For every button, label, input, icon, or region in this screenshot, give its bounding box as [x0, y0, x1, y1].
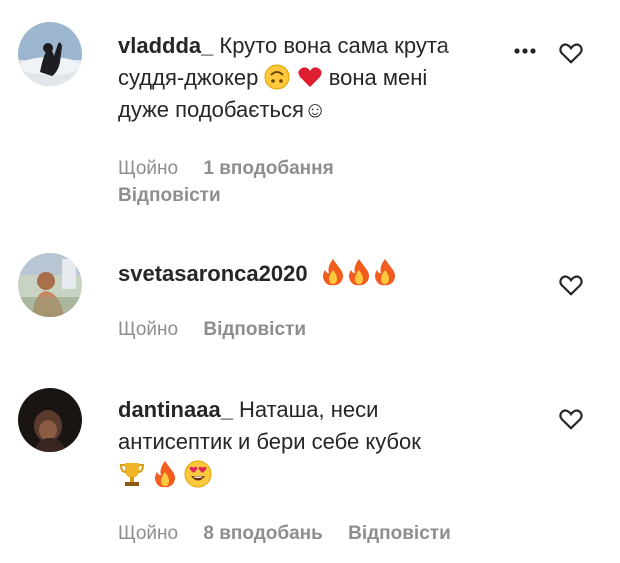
- avatar-image: [18, 22, 82, 86]
- comment-username[interactable]: dantinaaa_: [118, 397, 233, 422]
- comment-text: dantinaaa_ Наташа, неси антисептик и бери…: [118, 394, 518, 492]
- heart-outline-icon[interactable]: [558, 40, 584, 66]
- comment-meta: Відповісти: [118, 183, 221, 209]
- reply-button[interactable]: Відповісти: [118, 185, 221, 206]
- avatar[interactable]: [18, 388, 82, 452]
- upside-down-face-emoji-icon: [264, 64, 290, 90]
- comment-username[interactable]: svetasaronca2020: [118, 261, 308, 286]
- comment-time: Щойно: [118, 319, 179, 340]
- reply-button[interactable]: Відповісти: [348, 523, 451, 544]
- comment-time: Щойно: [118, 523, 179, 544]
- reply-button[interactable]: Відповісти: [203, 319, 306, 340]
- comment-meta: Щойно Відповісти: [118, 317, 306, 343]
- text-fade-overlay: [440, 32, 530, 104]
- comment-text: svetasaronca2020: [118, 258, 518, 290]
- avatar-image: [18, 253, 82, 317]
- fire-emoji-icon: [155, 461, 176, 488]
- comment-body-line: Наташа, неси: [238, 397, 379, 422]
- likes-count[interactable]: 8 вподобань: [203, 523, 322, 544]
- comment-body-line: суддя-джокер: [118, 65, 259, 90]
- likes-count[interactable]: 1 вподобання: [203, 158, 333, 179]
- fire-emoji-icon: [348, 259, 369, 286]
- comment-meta: Щойно 8 вподобань Відповісти: [118, 521, 451, 547]
- comment-time: Щойно: [118, 158, 179, 179]
- heart-eyes-emoji-icon: [184, 460, 212, 488]
- comment-body-line: дуже подобається☺: [118, 97, 327, 122]
- fire-emoji-icon: [374, 259, 395, 286]
- avatar[interactable]: [18, 22, 82, 86]
- heart-outline-icon[interactable]: [558, 406, 584, 432]
- comment-body-line: Круто вона сама крута: [219, 33, 449, 58]
- comment-meta: Щойно 1 вподобання: [118, 156, 334, 182]
- avatar-image: [18, 388, 82, 452]
- comment-body-line: вона мені: [328, 65, 428, 90]
- red-heart-emoji-icon: [297, 67, 322, 87]
- avatar[interactable]: [18, 253, 82, 317]
- more-dots-icon[interactable]: [513, 47, 537, 55]
- trophy-emoji-icon: [119, 463, 145, 486]
- heart-outline-icon[interactable]: [558, 272, 584, 298]
- comment-username[interactable]: vladdda_: [118, 33, 213, 58]
- comment-body-line: антисептик и бери себе кубок: [118, 429, 421, 454]
- fire-emoji-icon: [322, 259, 343, 286]
